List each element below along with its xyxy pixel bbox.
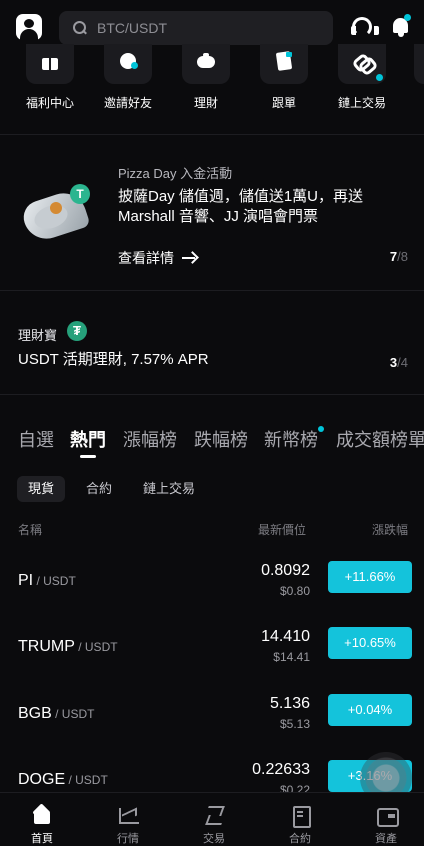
change-badge[interactable]: +10.65% bbox=[328, 627, 412, 659]
nav-futures[interactable]: 合約 bbox=[270, 793, 330, 846]
quick-item-welfare[interactable]: 福利中心 bbox=[15, 44, 85, 111]
subtab-futures[interactable]: 合約 bbox=[75, 476, 123, 502]
tab-volume[interactable]: 成交額榜單 bbox=[336, 426, 424, 452]
gift-icon bbox=[41, 52, 59, 70]
nav-trade[interactable]: 交易 bbox=[184, 793, 244, 846]
promo-title: 披薩Day 儲值週，儲值送1萬U，再送 Marshall 音響、JJ 演唱會門票 bbox=[118, 188, 364, 225]
pair-symbol: DOGE / USDT bbox=[18, 771, 108, 789]
pair-base: BGB bbox=[18, 705, 52, 722]
profile-avatar-icon[interactable] bbox=[16, 14, 42, 40]
pizza-illustration-icon: T bbox=[19, 184, 91, 252]
promo-subtitle: Pizza Day 入金活動 bbox=[118, 166, 233, 181]
column-header-name[interactable]: 名稱 bbox=[18, 521, 42, 538]
pair-symbol: TRUMP / USDT bbox=[18, 638, 118, 656]
pair-base: TRUMP bbox=[18, 638, 75, 655]
tab-new-listings[interactable]: 新幣榜 bbox=[264, 426, 318, 452]
quick-item-copy-trade[interactable]: 跟單 bbox=[249, 44, 319, 111]
pager-total: /8 bbox=[397, 249, 408, 264]
notification-badge-dot bbox=[404, 14, 411, 21]
active-tab-indicator bbox=[80, 455, 96, 458]
nav-label: 合約 bbox=[289, 833, 311, 845]
pair-quote: / USDT bbox=[74, 640, 118, 654]
pair-quote: / USDT bbox=[51, 707, 95, 721]
arrow-right-icon bbox=[182, 252, 196, 264]
subtab-spot[interactable]: 現貨 bbox=[17, 476, 66, 502]
last-price: 14.410 bbox=[261, 628, 310, 645]
invite-icon bbox=[119, 52, 138, 70]
market-tabs: 自選 熱門 漲幅榜 跌幅榜 新幣榜 成交額榜單 bbox=[0, 420, 424, 460]
home-icon bbox=[32, 805, 52, 825]
customer-support-headset-icon[interactable] bbox=[350, 16, 379, 38]
tab-favorites[interactable]: 自選 bbox=[18, 426, 54, 452]
pair-quote: / USDT bbox=[33, 574, 76, 588]
change-badge[interactable]: +11.66% bbox=[328, 561, 412, 593]
nav-assets[interactable]: 資產 bbox=[356, 793, 416, 846]
nav-label: 首頁 bbox=[31, 833, 53, 845]
column-header-change[interactable]: 漲跌幅 bbox=[372, 521, 408, 538]
fiat-price: $0.80 bbox=[279, 584, 310, 598]
subtab-onchain[interactable]: 鏈上交易 bbox=[132, 476, 206, 502]
quick-item-label: 理財 bbox=[193, 96, 218, 110]
market-subtabs: 現貨 合約 鏈上交易 bbox=[0, 476, 424, 504]
nav-label: 交易 bbox=[203, 833, 225, 845]
divider bbox=[0, 394, 424, 395]
promo-banner[interactable]: T Pizza Day 入金活動 披薩Day 儲值週，儲值送1萬U，再送 Mar… bbox=[0, 136, 424, 290]
pair-quote: / USDT bbox=[65, 773, 108, 787]
earn-banner[interactable]: 理財寶 ₮ USDT 活期理財, 7.57% APR 3/4 bbox=[0, 292, 424, 392]
pair-base: DOGE bbox=[18, 771, 66, 788]
quick-item-onchain[interactable]: 鏈上交易 bbox=[327, 44, 397, 111]
last-price: 0.22633 bbox=[252, 761, 310, 778]
new-badge-dot bbox=[376, 74, 383, 81]
change-badge[interactable]: +0.04% bbox=[328, 694, 412, 726]
search-input[interactable] bbox=[97, 20, 297, 36]
copy-trade-icon bbox=[275, 52, 293, 70]
promo-details-label: 查看詳情 bbox=[118, 250, 174, 266]
pair-base: PI bbox=[18, 572, 34, 589]
column-header-price[interactable]: 最新價位 bbox=[258, 521, 306, 538]
last-price: 0.8092 bbox=[261, 562, 310, 579]
quick-menu: 福利中心 邀請好友 理財 跟單 鏈上交易 bbox=[0, 44, 424, 124]
tab-losers[interactable]: 跌幅榜 bbox=[194, 426, 248, 452]
tether-usdt-icon: ₮ bbox=[67, 321, 87, 341]
nav-home[interactable]: 首頁 bbox=[12, 793, 72, 846]
divider bbox=[0, 134, 424, 135]
quick-item-label: 跟單 bbox=[271, 96, 296, 110]
chain-link-icon bbox=[353, 52, 371, 70]
pair-symbol: PI / USDT bbox=[18, 572, 76, 590]
futures-icon bbox=[290, 805, 311, 828]
market-chart-icon bbox=[118, 805, 139, 825]
tab-gainers[interactable]: 漲幅榜 bbox=[123, 426, 177, 452]
divider bbox=[0, 290, 424, 291]
search-icon bbox=[73, 21, 87, 35]
tab-hot[interactable]: 熱門 bbox=[70, 426, 106, 452]
promo-pager: 7/8 bbox=[390, 249, 408, 264]
promo-details-link[interactable]: 查看詳情 bbox=[118, 248, 196, 268]
new-badge-dot bbox=[318, 426, 324, 432]
nav-label: 資產 bbox=[375, 833, 397, 845]
fiat-price: $14.41 bbox=[273, 650, 310, 664]
quick-item-label: 邀請好友 bbox=[103, 96, 152, 110]
bottom-navigation: 首頁 行情 交易 合約 資產 bbox=[0, 792, 424, 846]
last-price: 5.136 bbox=[269, 695, 310, 712]
quick-item-finance[interactable]: 理財 bbox=[171, 44, 241, 111]
earn-title: USDT 活期理財, 7.57% APR bbox=[18, 351, 209, 368]
earn-pager: 3/4 bbox=[390, 355, 408, 370]
fiat-price: $5.13 bbox=[279, 717, 310, 731]
piggy-bank-icon bbox=[197, 52, 215, 70]
trade-icon bbox=[204, 805, 224, 825]
quick-item-invite[interactable]: 邀請好友 bbox=[93, 44, 163, 111]
wallet-icon bbox=[376, 805, 399, 827]
search-bar[interactable] bbox=[59, 11, 333, 45]
earn-label: 理財寶 bbox=[18, 328, 58, 343]
quick-item-more[interactable] bbox=[414, 44, 424, 84]
nav-label: 行情 bbox=[117, 833, 139, 845]
pair-symbol: BGB / USDT bbox=[18, 705, 94, 723]
quick-item-label: 鏈上交易 bbox=[337, 96, 386, 110]
pager-total: /4 bbox=[397, 355, 408, 370]
quick-item-label: 福利中心 bbox=[25, 96, 74, 110]
nav-market[interactable]: 行情 bbox=[98, 793, 158, 846]
